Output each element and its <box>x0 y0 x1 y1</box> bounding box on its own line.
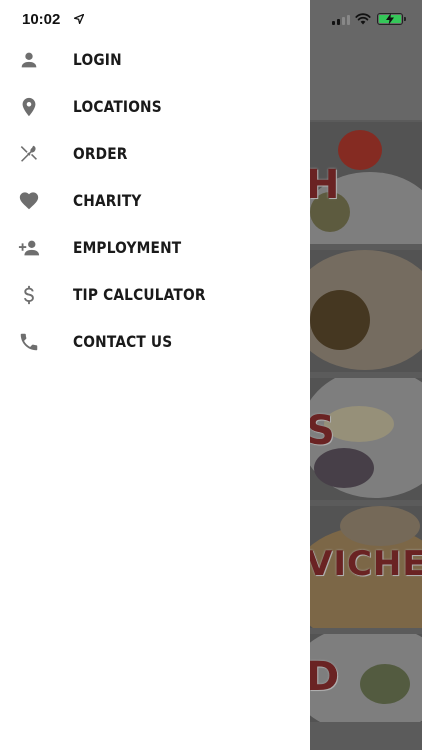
drawer-menu: LOGIN LOCATIONS ORDER CHARITY EMPLOYMENT <box>0 36 310 365</box>
menu-item-login[interactable]: LOGIN <box>0 36 310 83</box>
menu-item-label: EMPLOYMENT <box>73 238 182 257</box>
menu-item-tip-calculator[interactable]: TIP CALCULATOR <box>0 271 310 318</box>
menu-item-locations[interactable]: LOCATIONS <box>0 83 310 130</box>
dollar-icon <box>16 282 42 308</box>
menu-item-contact-us[interactable]: CONTACT US <box>0 318 310 365</box>
battery-icon <box>377 13 406 25</box>
menu-item-label: CONTACT US <box>73 332 173 351</box>
person-icon <box>16 47 42 73</box>
location-services-icon <box>74 14 84 24</box>
heart-icon <box>16 188 42 214</box>
add-person-icon <box>16 235 42 261</box>
location-pin-icon <box>16 94 42 120</box>
menu-item-label: ORDER <box>73 144 128 163</box>
phone-icon <box>16 329 42 355</box>
status-bar: 10:02 <box>0 0 422 40</box>
menu-item-order[interactable]: ORDER <box>0 130 310 177</box>
menu-item-employment[interactable]: EMPLOYMENT <box>0 224 310 271</box>
navigation-drawer: LOGIN LOCATIONS ORDER CHARITY EMPLOYMENT <box>0 0 310 750</box>
menu-item-charity[interactable]: CHARITY <box>0 177 310 224</box>
menu-item-label: CHARITY <box>73 191 142 210</box>
cellular-signal-icon <box>332 15 350 25</box>
utensils-icon <box>16 141 42 167</box>
wifi-icon <box>355 13 371 25</box>
menu-item-label: TIP CALCULATOR <box>73 285 206 304</box>
menu-item-label: LOCATIONS <box>73 97 162 116</box>
menu-item-label: LOGIN <box>73 50 122 69</box>
status-time: 10:02 <box>22 11 61 28</box>
